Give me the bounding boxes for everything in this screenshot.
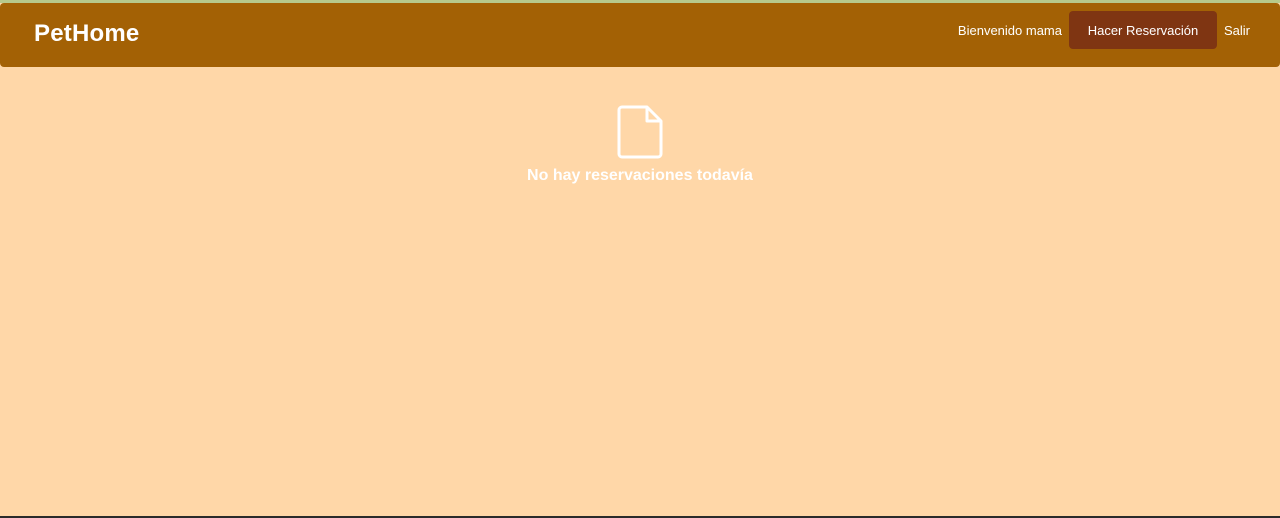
make-reservation-button[interactable]: Hacer Reservación [1068, 11, 1217, 49]
navbar: PetHome Bienvenido mama Hacer Reservació… [0, 3, 1280, 67]
nav-actions: Bienvenido mama Hacer Reservación Salir [958, 11, 1250, 49]
brand-logo[interactable]: PetHome [34, 20, 139, 48]
logout-link[interactable]: Salir [1224, 23, 1250, 38]
document-icon [617, 105, 663, 159]
welcome-text: Bienvenido mama [957, 22, 1062, 38]
empty-state-message: No hay reservaciones todavía [527, 167, 753, 184]
empty-state: No hay reservaciones todavía [0, 105, 1280, 185]
